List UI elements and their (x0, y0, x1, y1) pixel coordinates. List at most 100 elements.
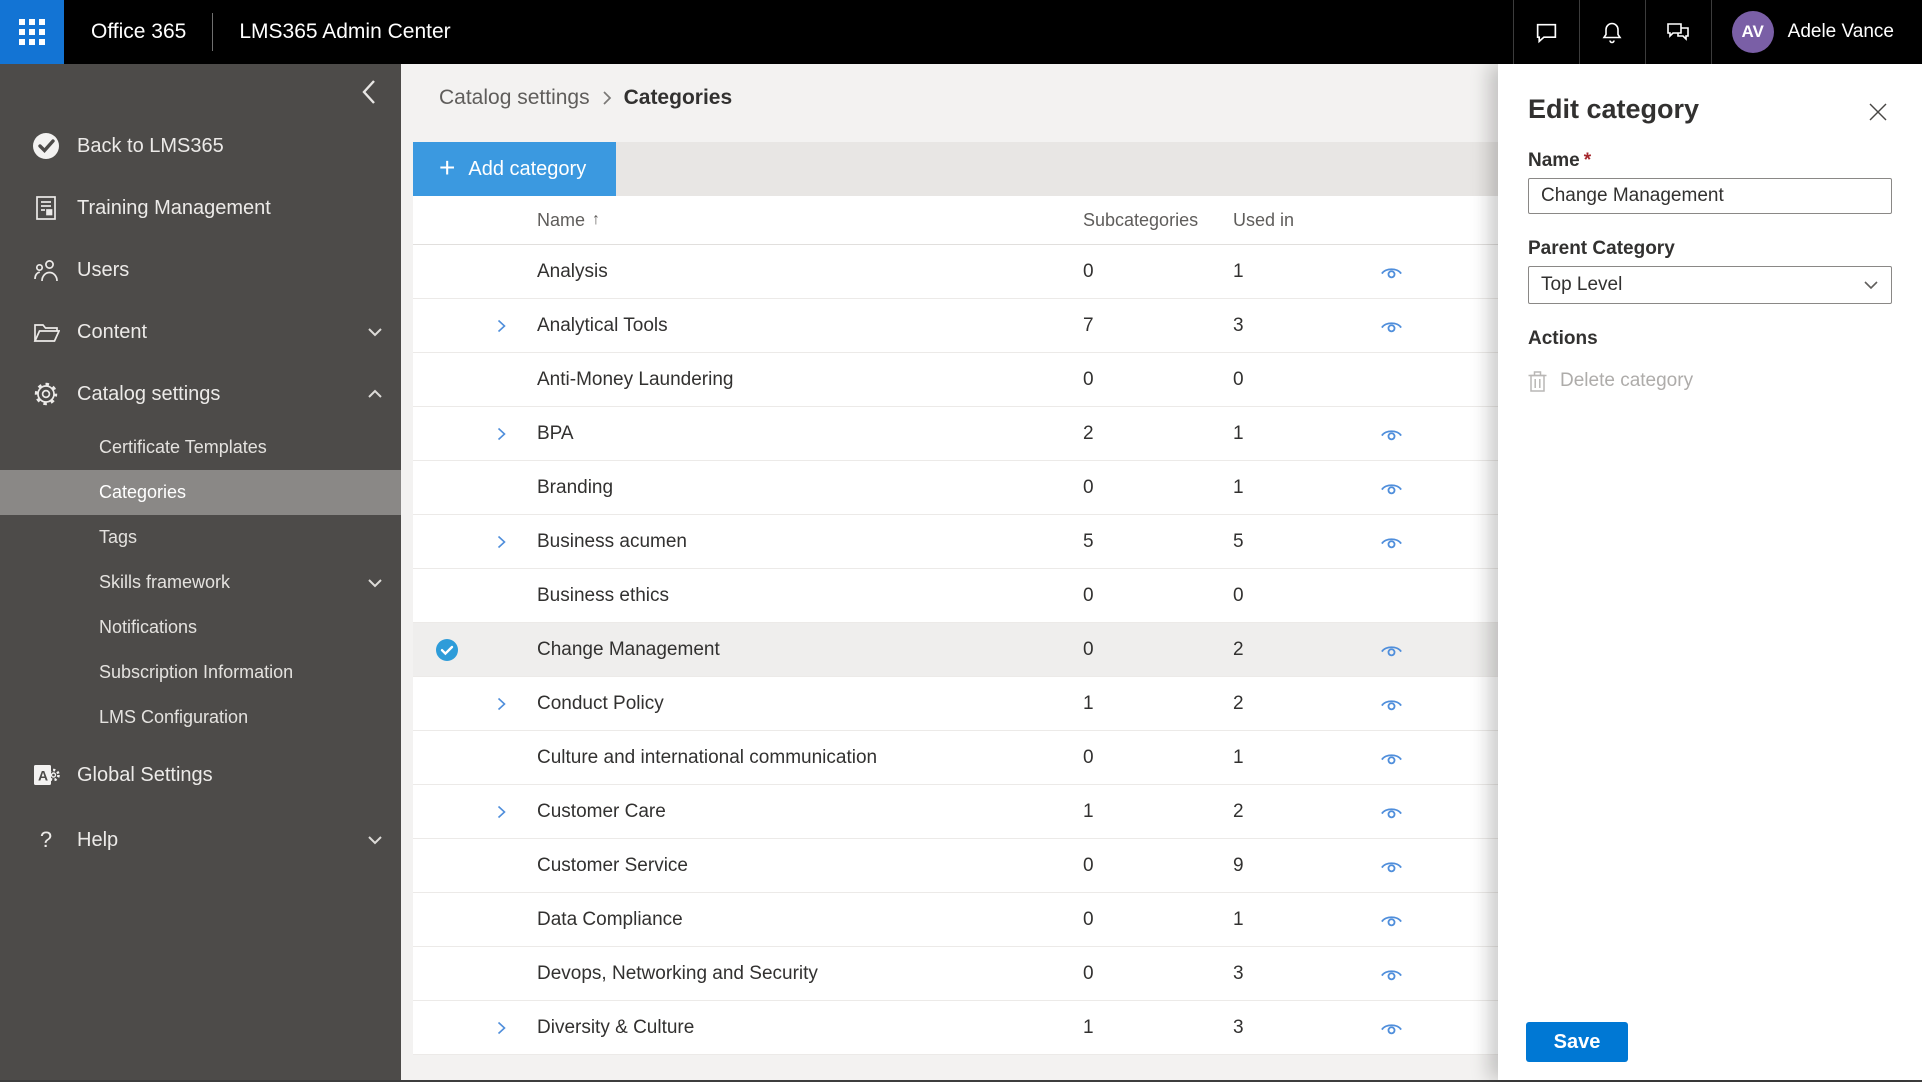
topbar-right: AV Adele Vance (1512, 0, 1922, 64)
parent-category-label: Parent Category (1528, 238, 1675, 259)
column-header-used-in[interactable]: Used in (1233, 210, 1294, 231)
category-name: BPA (537, 422, 574, 444)
feedback-button[interactable] (1646, 0, 1711, 64)
used-in-count: 1 (1233, 908, 1244, 930)
view-usage-icon[interactable] (1378, 799, 1405, 826)
table-body: Analysis 0 1 Analytical Tools 7 3 Anti-M… (413, 245, 1498, 1055)
training-management-icon (32, 194, 60, 222)
category-name: Branding (537, 476, 614, 498)
view-usage-icon[interactable] (1378, 1015, 1405, 1042)
table-row[interactable]: Analysis 0 1 (413, 245, 1498, 299)
used-in-count: 3 (1233, 1016, 1244, 1038)
chevron-down-icon[interactable] (367, 835, 383, 845)
sidebar-item-back-to-lms365[interactable]: Back to LMS365 (0, 115, 401, 177)
delete-category-label: Delete category (1560, 370, 1694, 391)
table-row[interactable]: Business ethics 0 0 (413, 569, 1498, 623)
delete-category-button[interactable]: Delete category (1528, 370, 1892, 392)
table-row[interactable]: Culture and international communication … (413, 731, 1498, 785)
sidebar-item-tags[interactable]: Tags (0, 515, 401, 560)
view-usage-icon[interactable] (1378, 745, 1405, 772)
view-usage-icon[interactable] (1378, 421, 1405, 448)
view-usage-icon[interactable] (1378, 529, 1405, 556)
subcategories-count: 7 (1083, 314, 1094, 336)
lms365-logo-icon (32, 132, 60, 160)
subcategories-count: 2 (1083, 422, 1094, 444)
table-row[interactable]: Customer Service 0 9 (413, 839, 1498, 893)
category-name: Diversity & Culture (537, 1016, 695, 1038)
avatar[interactable]: AV (1731, 11, 1774, 53)
expand-chevron-icon[interactable] (497, 805, 506, 819)
required-marker: * (1583, 150, 1592, 171)
help-icon: ? (39, 827, 53, 852)
expand-chevron-icon[interactable] (497, 1021, 506, 1035)
breadcrumb-chevron-icon (602, 90, 612, 106)
view-usage-icon[interactable] (1378, 961, 1405, 988)
expand-chevron-icon[interactable] (497, 535, 506, 549)
expand-chevron-icon[interactable] (497, 319, 506, 333)
subcategories-count: 0 (1083, 854, 1094, 876)
view-usage-icon[interactable] (1378, 475, 1405, 502)
used-in-count: 9 (1233, 854, 1244, 876)
table-row[interactable]: Customer Care 1 2 (413, 785, 1498, 839)
sidebar-item-lms-configuration[interactable]: LMS Configuration (0, 695, 401, 740)
table-row[interactable]: Conduct Policy 1 2 (413, 677, 1498, 731)
table-row[interactable]: Analytical Tools 7 3 (413, 299, 1498, 353)
view-usage-icon[interactable] (1378, 637, 1405, 664)
view-usage-icon[interactable] (1378, 259, 1405, 286)
notifications-button[interactable] (1580, 0, 1645, 64)
expand-chevron-icon[interactable] (497, 697, 506, 711)
category-name: Business ethics (537, 584, 670, 606)
topbar-divider (212, 13, 214, 51)
sidebar-item-content[interactable]: Content (0, 301, 401, 363)
table-row[interactable]: Business acumen 5 5 (413, 515, 1498, 569)
app-launcher-button[interactable] (0, 0, 64, 64)
sidebar-item-help[interactable]: ? Help (0, 809, 401, 871)
sidebar-item-training-management[interactable]: Training Management (0, 177, 401, 239)
table-row[interactable]: Anti-Money Laundering 0 0 (413, 353, 1498, 407)
column-header-subcategories[interactable]: Subcategories (1083, 210, 1198, 231)
expand-chevron-icon[interactable] (497, 427, 506, 441)
table-row[interactable]: Diversity & Culture 1 3 (413, 1001, 1498, 1055)
user-name[interactable]: Adele Vance (1788, 21, 1894, 43)
sidebar-item-categories[interactable]: Categories (0, 470, 401, 515)
chevron-down-icon[interactable] (367, 578, 383, 588)
view-usage-icon[interactable] (1378, 853, 1405, 880)
sidebar-item-skills-framework[interactable]: Skills framework (0, 560, 401, 605)
chevron-up-icon[interactable] (367, 389, 383, 399)
close-button[interactable] (1864, 98, 1892, 126)
view-usage-icon[interactable] (1378, 313, 1405, 340)
table-row[interactable]: Devops, Networking and Security 0 3 (413, 947, 1498, 1001)
parent-category-dropdown[interactable]: Top Level (1528, 266, 1892, 304)
sidebar-item-subscription-information[interactable]: Subscription Information (0, 650, 401, 695)
save-button[interactable]: Save (1526, 1022, 1628, 1062)
view-usage-icon[interactable] (1378, 907, 1405, 934)
sidebar-item-certificate-templates[interactable]: Certificate Templates (0, 425, 401, 470)
table-row[interactable]: BPA 2 1 (413, 407, 1498, 461)
chevron-down-icon[interactable] (367, 327, 383, 337)
brand-title[interactable]: Office 365 (91, 20, 186, 44)
subcategories-count: 1 (1083, 800, 1094, 822)
actions-label: Actions (1528, 328, 1598, 349)
subcategories-count: 1 (1083, 1016, 1094, 1038)
sidebar-item-label: LMS Configuration (99, 707, 249, 727)
breadcrumb-current: Categories (623, 86, 733, 109)
table-row[interactable]: Branding 0 1 (413, 461, 1498, 515)
chat-button[interactable] (1514, 0, 1579, 64)
column-header-name[interactable]: Name ↑ (413, 210, 600, 231)
breadcrumb: Catalog settings Categories (439, 86, 732, 110)
selected-check-icon (435, 638, 459, 662)
subcategories-count: 0 (1083, 260, 1094, 282)
sidebar-item-global-settings[interactable]: A Global Settings (0, 744, 401, 806)
view-usage-icon[interactable] (1378, 691, 1405, 718)
sidebar-item-catalog-settings[interactable]: Catalog settings (0, 363, 401, 425)
toolbar: + Add category (413, 142, 1498, 196)
table-row[interactable]: Change Management 0 2 (413, 623, 1498, 677)
add-category-button[interactable]: + Add category (413, 142, 617, 196)
table-row[interactable]: Data Compliance 0 1 (413, 893, 1498, 947)
table-header: Name ↑ Subcategories Used in (413, 196, 1498, 245)
sidebar-item-notifications[interactable]: Notifications (0, 605, 401, 650)
sidebar-item-users[interactable]: Users (0, 239, 401, 301)
breadcrumb-parent[interactable]: Catalog settings (439, 86, 590, 110)
sidebar-collapse-button[interactable] (353, 76, 385, 108)
category-name-input[interactable] (1528, 178, 1892, 214)
